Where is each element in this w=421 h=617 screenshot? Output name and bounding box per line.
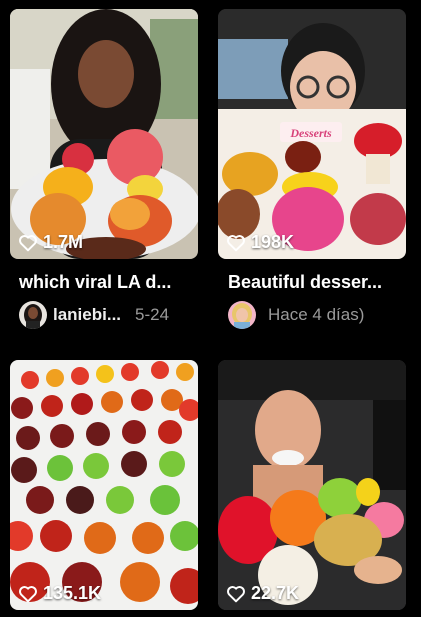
like-count-text: 198K [251, 232, 295, 252]
avatar[interactable] [228, 301, 256, 329]
video-card-1[interactable]: 1.7M [10, 9, 198, 259]
post-date: Hace 4 días) [268, 305, 365, 324]
heart-outline-icon [19, 234, 37, 251]
video-thumbnail-1 [10, 9, 198, 259]
like-count-text: 1.7M [43, 232, 84, 252]
heart-outline-icon [19, 585, 37, 602]
video-card-3[interactable]: 135.1K [10, 360, 198, 610]
heart-outline-icon [227, 234, 245, 251]
like-count-text: 135.1K [43, 583, 102, 603]
video-meta-2: Hace 4 días) [228, 301, 364, 329]
video-card-2[interactable]: Desserts 198K [218, 9, 406, 259]
like-count: 1.7M [18, 232, 83, 253]
like-count: 135.1K [18, 583, 101, 604]
like-count: 22.7K [226, 583, 299, 604]
video-thumbnail-3 [10, 360, 198, 610]
heart-outline-icon [227, 585, 245, 602]
author-name[interactable]: laniebi... [53, 305, 121, 325]
avatar[interactable] [19, 301, 47, 329]
dessert-box-label: Desserts [289, 126, 332, 140]
video-thumbnail-2: Desserts [218, 9, 406, 259]
video-card-4[interactable]: 22.7K [218, 360, 406, 610]
like-count-text: 22.7K [251, 583, 300, 603]
video-title-2[interactable]: Beautiful desser... [228, 272, 416, 293]
video-title-1[interactable]: which viral LA d... [19, 272, 207, 293]
video-meta-1: laniebi... 5-24 [19, 301, 169, 329]
video-thumbnail-4 [218, 360, 406, 610]
like-count: 198K [226, 232, 294, 253]
post-date: 5-24 [135, 305, 170, 324]
